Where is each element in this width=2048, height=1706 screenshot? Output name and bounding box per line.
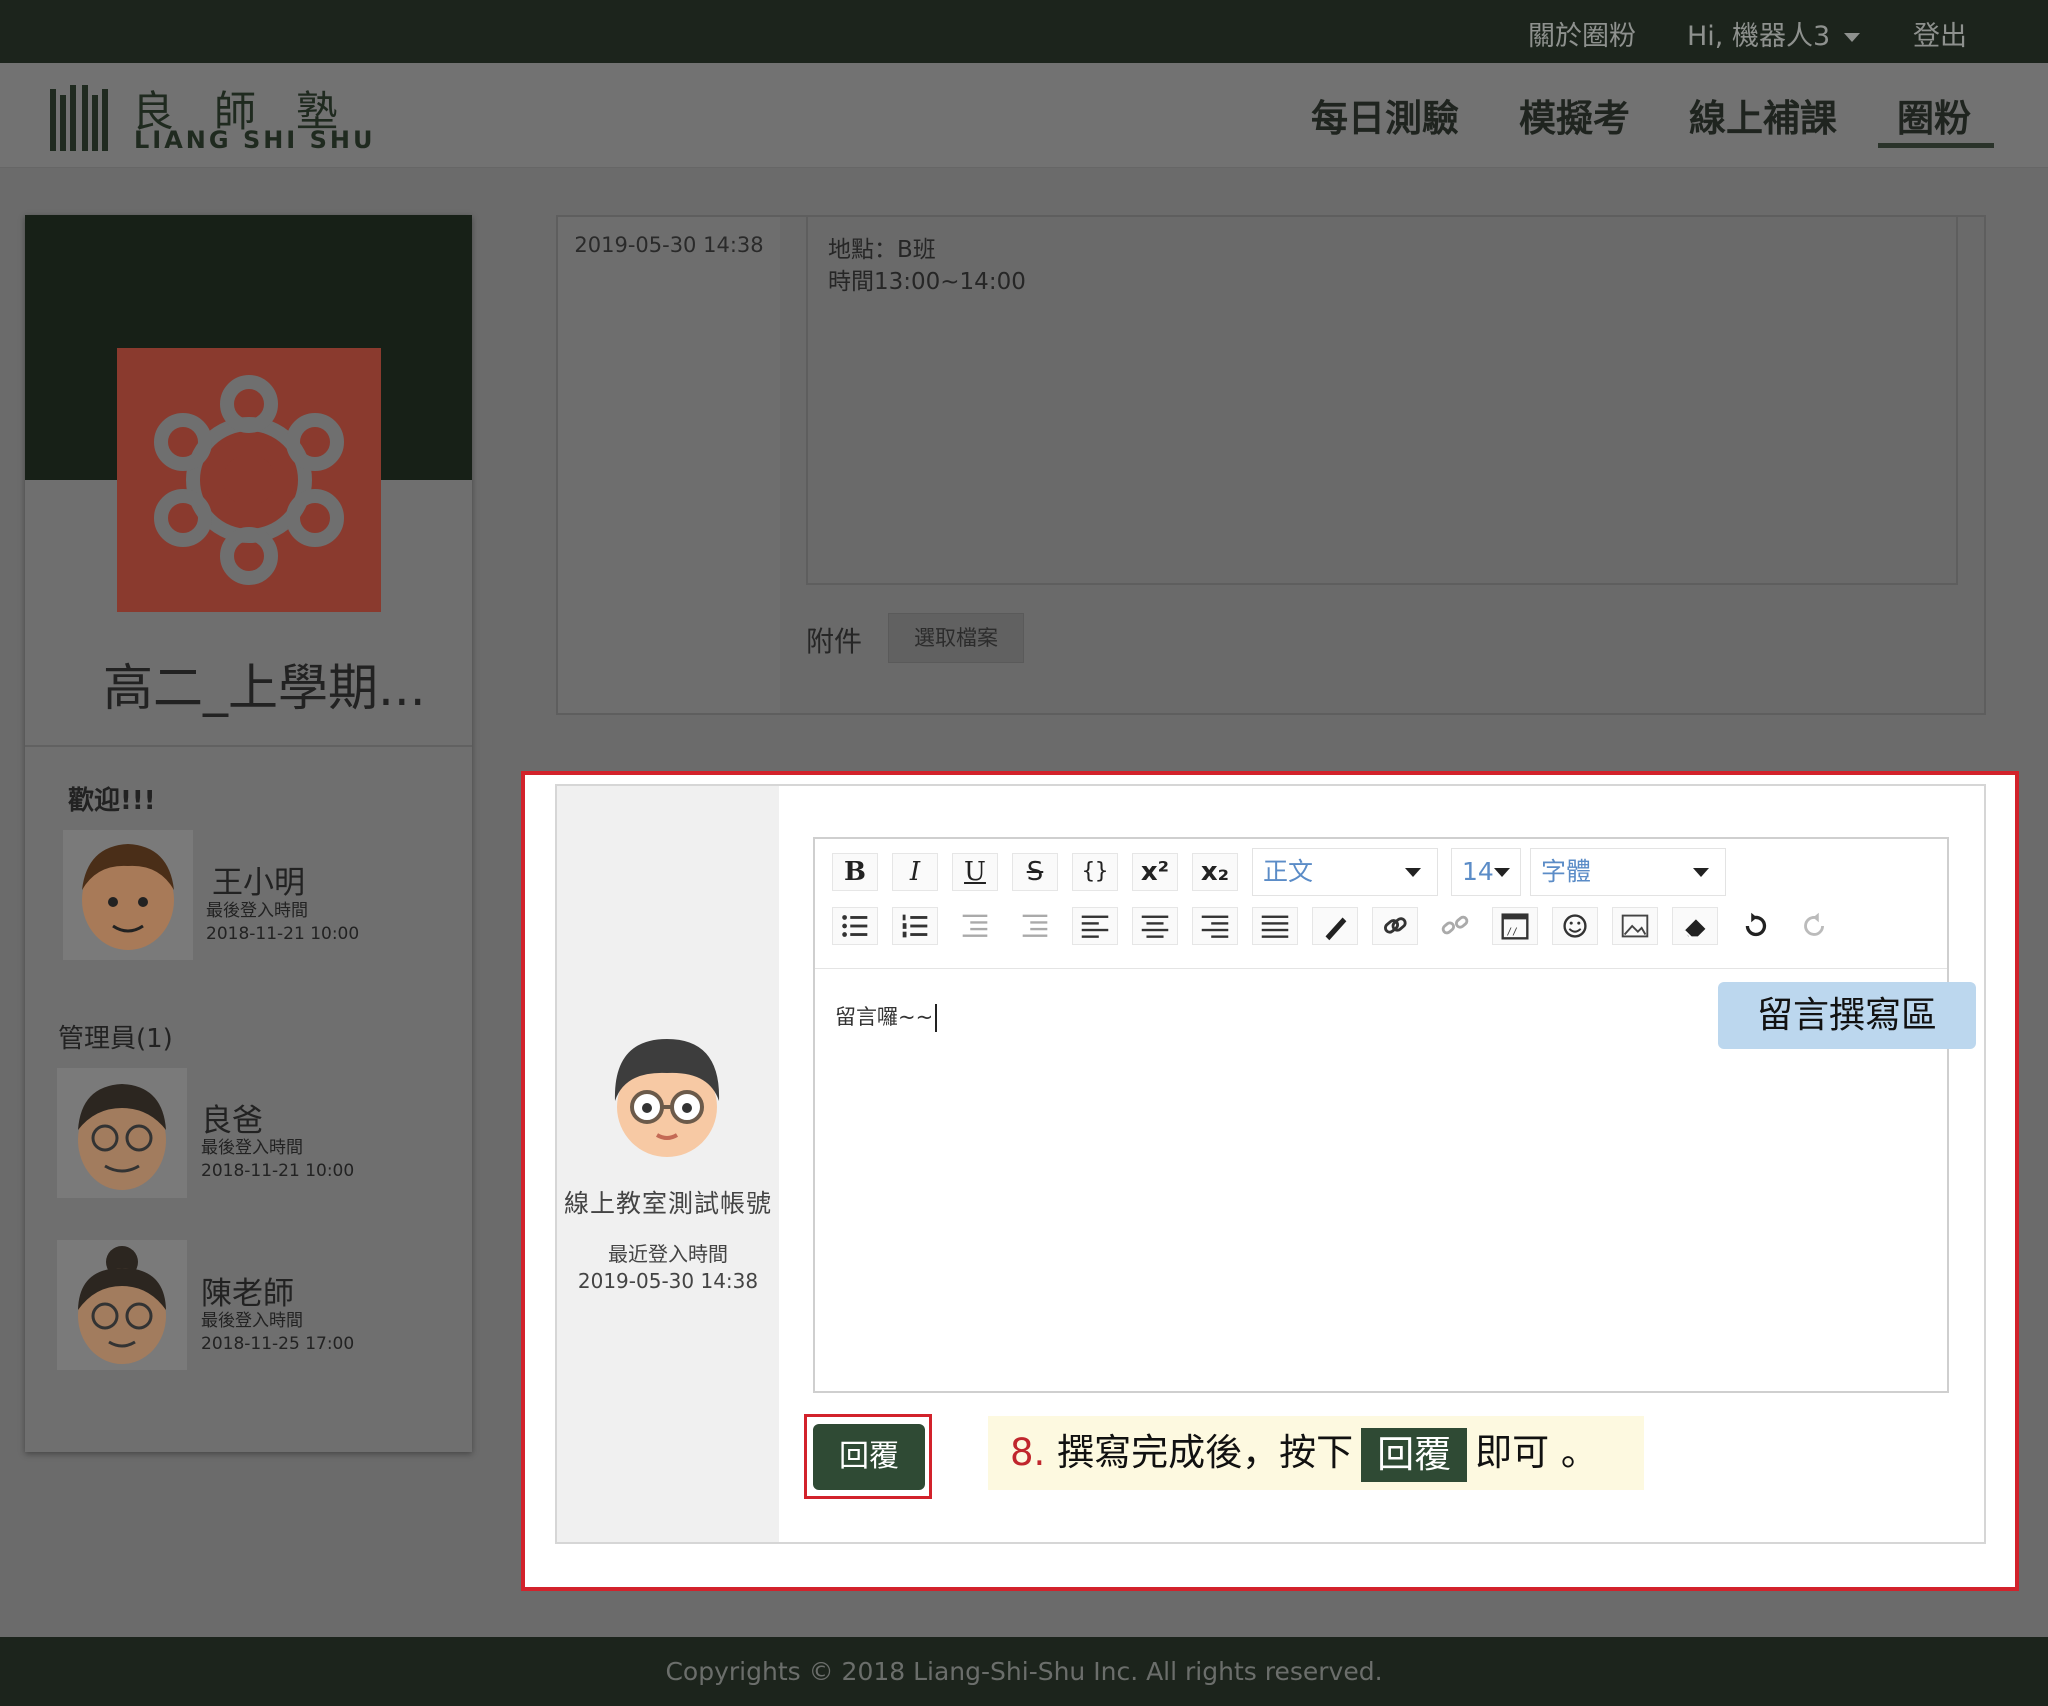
post-author-panel: 2019-05-30 14:38 xyxy=(558,217,780,713)
post-date: 2019-05-30 14:38 xyxy=(574,233,764,257)
editor-toolbar: B I U S {} x² x₂ 正文 14 字體 // xyxy=(815,839,1947,969)
bullet-list-icon[interactable] xyxy=(832,907,878,945)
chevron-down-icon xyxy=(1844,33,1861,42)
admins-heading: 管理員(1) xyxy=(58,1024,173,1054)
font-value: 字體 xyxy=(1541,857,1592,886)
justify-icon[interactable] xyxy=(1252,907,1298,945)
embed-icon[interactable]: // xyxy=(1492,907,1538,945)
size-select[interactable]: 14 xyxy=(1451,848,1521,896)
about-link[interactable]: 關於圈粉 xyxy=(1528,14,1636,53)
admin-login-time: 2018-11-21 10:00 xyxy=(201,1161,355,1181)
group-logo xyxy=(117,348,381,612)
author-login-time: 2019-05-30 14:38 xyxy=(577,1269,759,1293)
redo-icon[interactable] xyxy=(1792,907,1838,945)
previous-post: 2019-05-30 14:38 地點：B班 時間13:00~14:00 附件 … xyxy=(556,215,1986,715)
step-number: 8. xyxy=(1010,1431,1046,1474)
post-line-location: 地點：B班 xyxy=(828,237,936,263)
welcome-heading: 歡迎!!! xyxy=(68,786,156,816)
author-avatar-icon[interactable] xyxy=(601,1031,733,1163)
boy-avatar-icon xyxy=(82,844,174,950)
format-value: 正文 xyxy=(1263,857,1314,886)
strikethrough-icon[interactable]: S xyxy=(1012,853,1058,891)
logo-text-en[interactable]: LIANG SHI SHU xyxy=(134,126,375,154)
teacher-login-time: 2018-11-25 17:00 xyxy=(201,1334,355,1354)
reply-button[interactable]: 回覆 xyxy=(813,1424,925,1490)
user-greeting: Hi, 機器人3 xyxy=(1687,21,1831,52)
step-text-after: 即可 。 xyxy=(1475,1431,1598,1474)
post-line-time: 時間13:00~14:00 xyxy=(828,269,1026,295)
editor-area-label: 留言撰寫區 xyxy=(1718,982,1976,1049)
chevron-down-icon xyxy=(1494,868,1510,877)
nav-active-indicator xyxy=(1878,143,1994,148)
site-footer: Copyrights © 2018 Liang-Shi-Shu Inc. All… xyxy=(0,1637,2048,1706)
logout-link[interactable]: 登出 xyxy=(1913,14,1967,53)
reply-author-panel: 線上教室測試帳號 最近登入時間 2019-05-30 14:38 xyxy=(557,786,779,1542)
author-login-label: 最近登入時間 xyxy=(608,1242,728,1266)
author-name[interactable]: 線上教室測試帳號 xyxy=(557,1184,779,1220)
code-icon[interactable]: {} xyxy=(1072,853,1118,891)
outdent-icon[interactable] xyxy=(952,907,998,945)
font-select[interactable]: 字體 xyxy=(1530,848,1726,896)
woman-avatar-icon xyxy=(78,1246,166,1364)
chevron-down-icon xyxy=(1693,868,1709,877)
top-bar: 關於圈粉 Hi, 機器人3 登出 xyxy=(0,0,2048,63)
nav-fans[interactable]: 圈粉 xyxy=(1897,88,1971,142)
member-avatar[interactable] xyxy=(63,830,193,960)
nav-online-class[interactable]: 線上補課 xyxy=(1689,88,1837,142)
underline-icon[interactable]: U xyxy=(952,853,998,891)
rich-text-editor: B I U S {} x² x₂ 正文 14 字體 // 留言囉~~ xyxy=(813,837,1949,1393)
emoji-icon[interactable] xyxy=(1552,907,1598,945)
member-login-label: 最後登入時間 xyxy=(206,901,308,921)
divider xyxy=(25,745,472,747)
pen-icon[interactable] xyxy=(1312,907,1358,945)
numbered-list-icon[interactable] xyxy=(892,907,938,945)
admin-login-label: 最後登入時間 xyxy=(201,1138,303,1158)
member-name[interactable]: 王小明 xyxy=(212,857,305,902)
subscript-icon[interactable]: x₂ xyxy=(1192,853,1238,891)
text-caret xyxy=(935,1004,938,1032)
admin-avatar[interactable] xyxy=(57,1068,187,1198)
bold-icon[interactable]: B xyxy=(832,853,878,891)
step-pill: 回覆 xyxy=(1361,1427,1468,1482)
member-login-time: 2018-11-21 10:00 xyxy=(206,924,360,944)
size-value: 14 xyxy=(1462,857,1494,886)
attachment-label: 附件 xyxy=(806,625,863,658)
align-left-icon[interactable] xyxy=(1072,907,1118,945)
man-avatar-icon xyxy=(78,1084,166,1190)
unlink-icon[interactable] xyxy=(1432,907,1478,945)
user-menu[interactable]: Hi, 機器人3 xyxy=(1687,14,1861,53)
link-icon[interactable] xyxy=(1372,907,1418,945)
teacher-name[interactable]: 陳老師 xyxy=(201,1268,294,1313)
group-name: 高二_上學期... xyxy=(103,659,426,717)
logo-mark-icon[interactable] xyxy=(50,85,110,151)
eraser-icon[interactable] xyxy=(1672,907,1718,945)
nav-daily-quiz[interactable]: 每日測驗 xyxy=(1311,88,1459,142)
group-flower-icon xyxy=(154,375,344,585)
step-instruction: 8. 撰寫完成後，按下 回覆 即可 。 xyxy=(988,1416,1644,1490)
nav-mock-exam[interactable]: 模擬考 xyxy=(1519,88,1630,142)
group-sidebar: 高二_上學期... 歡迎!!! 王小明 最後登入時間 2018-11-21 10… xyxy=(25,215,472,1452)
superscript-icon[interactable]: x² xyxy=(1132,853,1178,891)
teacher-login-label: 最後登入時間 xyxy=(201,1311,303,1331)
chevron-down-icon xyxy=(1405,868,1421,877)
align-center-icon[interactable] xyxy=(1132,907,1178,945)
editor-content-text: 留言囉~~ xyxy=(835,1005,934,1029)
choose-file-button[interactable]: 選取檔案 xyxy=(888,613,1024,663)
copyright-text: Copyrights © 2018 Liang-Shi-Shu Inc. All… xyxy=(665,1657,1383,1686)
svg-text://: // xyxy=(1506,927,1517,938)
format-select[interactable]: 正文 xyxy=(1252,848,1438,896)
admin-name[interactable]: 良爸 xyxy=(201,1095,263,1140)
align-right-icon[interactable] xyxy=(1192,907,1238,945)
undo-icon[interactable] xyxy=(1732,907,1778,945)
editor-content[interactable]: 留言囉~~ xyxy=(835,1001,938,1032)
italic-icon[interactable]: I xyxy=(892,853,938,891)
indent-icon[interactable] xyxy=(1012,907,1058,945)
teacher-avatar[interactable] xyxy=(57,1240,187,1370)
image-icon[interactable] xyxy=(1612,907,1658,945)
step-text-before: 撰寫完成後，按下 xyxy=(1057,1431,1354,1474)
